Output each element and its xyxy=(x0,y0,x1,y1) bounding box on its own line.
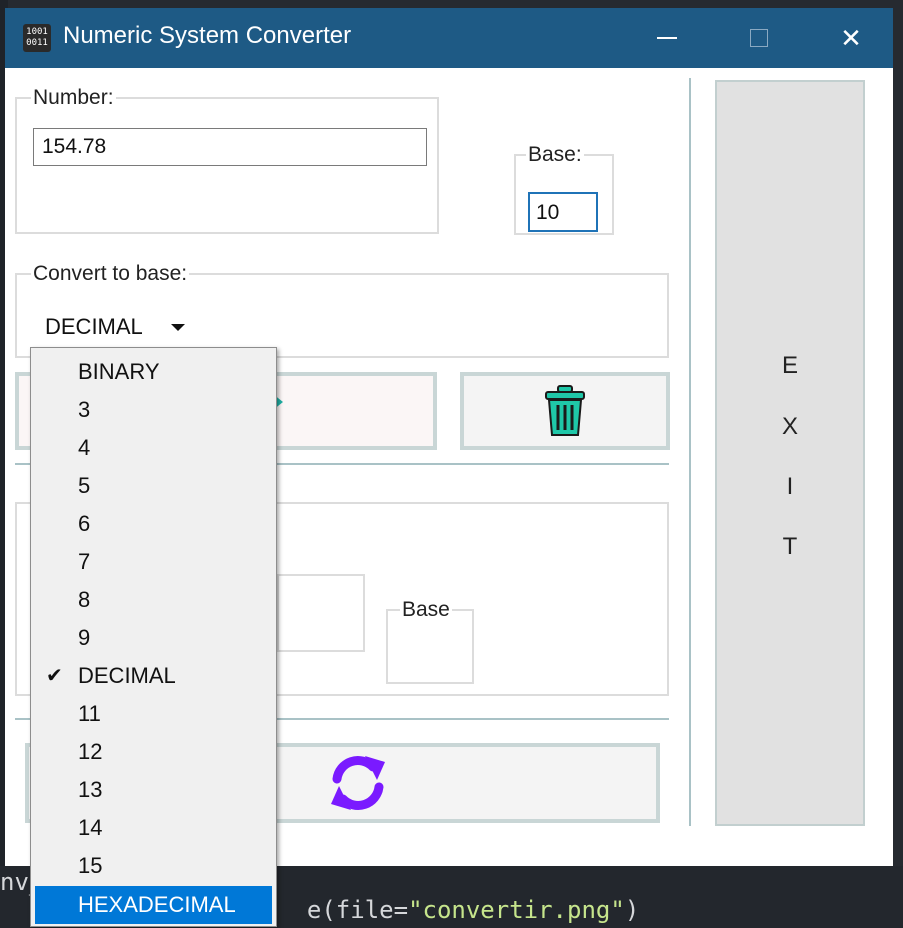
number-label: Number: xyxy=(33,86,114,109)
dropdown-item-hexadecimal[interactable]: HEXADECIMAL xyxy=(35,886,272,924)
clear-button[interactable] xyxy=(460,372,670,450)
convert-to-base-label: Convert to base: xyxy=(33,262,188,285)
dropdown-item-label: 14 xyxy=(78,815,103,840)
exit-letter: X xyxy=(781,413,798,440)
base-label: Base: xyxy=(528,143,582,166)
dropdown-item-label: BINARY xyxy=(78,359,160,384)
base-input[interactable]: 10 xyxy=(528,192,598,232)
dropdown-item-4[interactable]: 4 xyxy=(31,429,276,467)
title-bar[interactable]: 1001 0011 Numeric System Converter ✕ xyxy=(5,8,893,68)
dropdown-item-6[interactable]: 6 xyxy=(31,505,276,543)
convert-to-base-group: Convert to base: xyxy=(15,262,669,358)
dropdown-item-12[interactable]: 12 xyxy=(31,733,276,771)
dropdown-item-label: 8 xyxy=(78,587,91,612)
exit-button[interactable]: E X I T xyxy=(715,80,865,826)
maximize-icon xyxy=(750,29,768,47)
dropdown-item-label: 6 xyxy=(78,511,91,536)
code-string: "convertir.png" xyxy=(408,896,625,924)
dropdown-item-label: 7 xyxy=(78,549,91,574)
trash-icon xyxy=(545,385,585,436)
chevron-down-icon[interactable] xyxy=(171,324,185,331)
dropdown-item-label: 4 xyxy=(78,435,91,460)
number-input[interactable]: 154.78 xyxy=(33,128,427,166)
dropdown-item-label: 11 xyxy=(78,701,101,726)
app-icon: 1001 0011 xyxy=(23,24,51,52)
window-title: Numeric System Converter xyxy=(63,22,352,49)
dropdown-item-binary[interactable]: BINARY xyxy=(31,353,276,391)
dropdown-item-label: 12 xyxy=(78,739,103,764)
dropdown-item-label: DECIMAL xyxy=(78,663,176,688)
dropdown-item-9[interactable]: 9 xyxy=(31,619,276,657)
close-button[interactable]: ✕ xyxy=(819,8,883,68)
minimize-icon xyxy=(657,37,677,39)
dropdown-item-label: HEXADECIMAL xyxy=(78,892,236,917)
checkmark-icon: ✔ xyxy=(46,665,63,687)
dropdown-item-label: 15 xyxy=(78,853,103,878)
app-icon-text: 1001 0011 xyxy=(26,27,48,48)
dropdown-item-3[interactable]: 3 xyxy=(31,391,276,429)
base-dropdown-list: BINARY 3 4 5 6 7 8 9 ✔ DECIMAL 11 12 13 1… xyxy=(30,347,277,927)
dropdown-item-14[interactable]: 14 xyxy=(31,809,276,847)
code-text: e(file="convertir.png") xyxy=(306,896,640,924)
dropdown-item-label: 5 xyxy=(78,473,91,498)
dropdown-item-11[interactable]: 11 xyxy=(31,695,276,733)
dropdown-item-label: 13 xyxy=(78,777,103,802)
close-icon: ✕ xyxy=(840,22,862,53)
refresh-icon xyxy=(330,756,385,810)
dropdown-item-label: 3 xyxy=(78,397,91,422)
exit-letter: E xyxy=(781,352,798,379)
dropdown-item-8[interactable]: 8 xyxy=(31,581,276,619)
base-group: Base: 10 xyxy=(514,143,614,235)
dropdown-item-15[interactable]: 15 xyxy=(31,847,276,885)
base-select[interactable]: DECIMAL xyxy=(45,314,143,340)
exit-letter: T xyxy=(782,533,798,560)
dropdown-item-7[interactable]: 7 xyxy=(31,543,276,581)
result-base-group: Base xyxy=(386,598,474,684)
result-output xyxy=(277,574,365,652)
maximize-button[interactable] xyxy=(727,8,791,68)
dropdown-item-13[interactable]: 13 xyxy=(31,771,276,809)
dropdown-item-decimal[interactable]: ✔ DECIMAL xyxy=(31,657,276,695)
number-group: Number: 154.78 xyxy=(15,86,439,234)
exit-letter: I xyxy=(786,473,794,500)
dropdown-item-5[interactable]: 5 xyxy=(31,467,276,505)
vertical-divider xyxy=(689,78,691,826)
minimize-button[interactable] xyxy=(635,8,699,68)
result-base-label: Base xyxy=(402,598,450,621)
dropdown-item-label: 9 xyxy=(78,625,91,650)
